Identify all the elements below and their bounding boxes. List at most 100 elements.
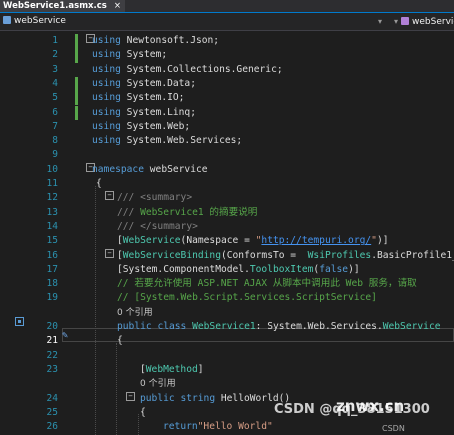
code-text: { <box>96 177 102 191</box>
dropdown-icon[interactable]: ▾ <box>378 13 382 30</box>
code-text: [System.ComponentModel.ToolboxItem(false… <box>117 263 360 277</box>
line-number: 8 <box>52 135 58 147</box>
code-token: WebMethod <box>145 363 198 375</box>
line-number: 7 <box>52 120 58 132</box>
tab-webservice1[interactable]: WebService1.asmx.cs × <box>0 0 125 12</box>
code-token: public <box>117 321 152 332</box>
code-line[interactable]: 11 { <box>0 177 454 191</box>
line-number: 18 <box>46 278 58 290</box>
tab-title: WebService1.asmx.cs <box>3 1 107 11</box>
code-line[interactable]: 1 using Newtonsoft.Json; <box>0 34 454 49</box>
project-combo[interactable]: webService <box>3 13 66 30</box>
code-token: string <box>180 392 216 404</box>
code-token: WebService <box>122 235 181 247</box>
code-line[interactable]: 5 using System.IO; <box>0 91 454 106</box>
code-line[interactable]: 20 public class WebService1: System.Web.S… <box>0 320 454 334</box>
code-line[interactable]: 13 /// WebService1 的摘要说明 <box>0 206 454 220</box>
line-number: 21 <box>46 335 58 347</box>
line-number: 19 <box>46 292 58 304</box>
code-token: System.IO; <box>126 92 185 104</box>
code-text: using System.IO; <box>92 91 184 105</box>
code-token: (ConformsTo = <box>220 249 302 261</box>
code-line[interactable]: 12 /// <summary> <box>0 191 454 205</box>
code-token: ToolboxItem <box>249 263 314 275</box>
code-line[interactable]: 6 using System.Linq; <box>0 105 454 120</box>
line-number: 5 <box>52 92 58 104</box>
code-text: [WebService(Namespace = "http://tempuri.… <box>117 234 389 248</box>
code-token: : System.Web.Services. <box>255 321 383 332</box>
code-token[interactable]: http://tempuri.org/ <box>261 235 371 246</box>
code-token: System; <box>126 49 168 61</box>
code-token: <summary> <box>140 192 193 204</box>
code-token: /// <box>117 220 135 232</box>
csdn-watermark: CSDN <box>382 424 405 433</box>
code-token: { <box>140 406 146 418</box>
code-text: // 若要允许使用 ASP.NET AJAX 从脚本中调用此 Web 服务，请取 <box>117 277 417 291</box>
code-token: WebService <box>382 321 441 332</box>
codelens-reference[interactable]: 0 个引用 <box>117 308 153 318</box>
code-text: [WebMethod] <box>140 363 204 377</box>
line-number: 17 <box>46 263 58 275</box>
code-text: [WebServiceBinding(ConformsTo = WsiProfi… <box>117 249 454 263</box>
code-text: 0 个引用 <box>117 306 153 320</box>
line-number: 26 <box>46 421 58 433</box>
code-editor[interactable]: ✎ − − − − − 1 using Newtonsoft.Json; 2 usin… <box>0 31 454 435</box>
code-line[interactable]: 4 using System.Data; <box>0 76 454 92</box>
code-token: using <box>92 77 121 89</box>
code-line[interactable]: 15 [WebService(Namespace = "http://tempur… <box>0 234 454 248</box>
code-token: System.Linq; <box>126 106 196 118</box>
code-line[interactable]: 23 [WebMethod] <box>0 363 454 377</box>
code-token: // 若要允许使用 ASP.NET AJAX 从脚本中调用此 Web 服务，请取 <box>117 278 417 290</box>
code-line[interactable]: 17 [System.ComponentModel.ToolboxItem(fal… <box>0 263 454 277</box>
code-line[interactable]: 10 namespace webService <box>0 163 454 177</box>
code-line[interactable]: 18 // 若要允许使用 ASP.NET AJAX 从脚本中调用此 Web 服务，… <box>0 277 454 291</box>
code-line[interactable]: 19 // [System.Web.Script.Services.ScriptS… <box>0 291 454 305</box>
line-number: 13 <box>46 206 58 218</box>
code-line[interactable]: 3 using System.Collections.Generic; <box>0 63 454 77</box>
dropdown-icon: ▾ <box>394 17 399 26</box>
code-line[interactable]: 2 using System; <box>0 48 454 63</box>
class-icon <box>401 17 410 25</box>
code-token: using <box>92 106 121 118</box>
line-number: 2 <box>52 49 58 61</box>
code-token: /// <box>117 206 135 218</box>
change-marker <box>75 48 78 63</box>
code-token: using <box>92 120 121 132</box>
code-line[interactable]: 0 个引用 <box>0 377 454 391</box>
code-text: /// WebService1 的摘要说明 <box>117 206 257 220</box>
code-line[interactable]: 16 [WebServiceBinding(ConformsTo = WsiPro… <box>0 249 454 263</box>
namespace-icon <box>3 16 11 24</box>
line-number: 20 <box>46 321 58 332</box>
code-token: WebService1 <box>192 321 256 332</box>
code-token: // [System.Web.Script.Services.ScriptSer… <box>117 292 377 304</box>
code-line[interactable]: 21 { <box>0 334 454 348</box>
code-text: using System.Collections.Generic; <box>92 63 283 77</box>
line-number: 22 <box>46 349 58 361</box>
line-number: 14 <box>46 220 58 232</box>
code-token: using <box>92 49 121 61</box>
code-text: using System.Data; <box>92 77 196 91</box>
author-watermark: CSDN @qq_38151300 <box>274 402 430 417</box>
code-line[interactable]: 9 <box>0 148 454 162</box>
type-combo-label: webService <box>412 17 454 27</box>
close-icon[interactable]: × <box>114 1 121 11</box>
code-text: { <box>117 334 123 348</box>
code-text: using System.Web.Services; <box>92 134 242 148</box>
change-marker <box>75 76 78 92</box>
code-line[interactable]: 22 <box>0 349 454 363</box>
code-token: WebServiceBinding <box>122 249 221 261</box>
project-combo-label: webService <box>14 16 66 26</box>
code-line[interactable]: 0 个引用 <box>0 306 454 320</box>
type-combo[interactable]: ▾ webService <box>394 13 454 31</box>
code-text: public string HelloWorld() <box>140 392 290 406</box>
code-text: using System; <box>92 48 167 62</box>
code-token: </summary> <box>140 220 198 232</box>
code-line[interactable]: 8 using System.Web.Services; <box>0 134 454 148</box>
code-line[interactable]: 7 using System.Web; <box>0 120 454 134</box>
line-number: 1 <box>52 35 58 46</box>
code-token: .BasicProfile1_ <box>371 249 454 261</box>
code-line[interactable]: 14 /// </summary> <box>0 220 454 234</box>
code-token: using <box>92 135 121 147</box>
line-number: 25 <box>46 406 58 418</box>
codelens-reference[interactable]: 0 个引用 <box>140 379 176 389</box>
